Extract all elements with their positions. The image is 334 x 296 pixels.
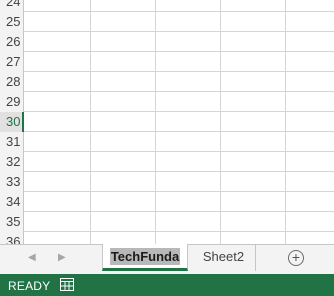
row-header[interactable]: 30 [0, 112, 24, 132]
grid-row[interactable]: 30 [0, 112, 334, 132]
status-ready-text: READY [8, 279, 51, 293]
sheet-tab-bar: ◀ ▶ TechFunda Sheet2 + [0, 244, 334, 274]
plus-icon: + [291, 249, 301, 265]
row-header[interactable]: 34 [0, 192, 24, 212]
sheet-tab-label: Sheet2 [202, 249, 245, 264]
grid-row[interactable]: 32 [0, 152, 334, 172]
status-bar: READY [0, 274, 334, 296]
grid-row[interactable]: 26 [0, 32, 334, 52]
worksheet-grid[interactable]: 24 25 26 27 28 29 30 31 32 33 34 35 36 [0, 0, 334, 244]
row-header[interactable]: 28 [0, 72, 24, 92]
row-header[interactable]: 26 [0, 32, 24, 52]
grid-row[interactable]: 29 [0, 92, 334, 112]
row-header[interactable]: 25 [0, 12, 24, 32]
row-header[interactable]: 33 [0, 172, 24, 192]
excel-window: 24 25 26 27 28 29 30 31 32 33 34 35 36 ◀ ▶ TechFunda… [0, 0, 334, 296]
grid-row[interactable]: 33 [0, 172, 334, 192]
row-header[interactable]: 24 [0, 0, 24, 12]
macro-record-icon[interactable] [60, 278, 74, 291]
grid-row[interactable]: 35 [0, 212, 334, 232]
grid-row[interactable]: 34 [0, 192, 334, 212]
grid-row[interactable]: 27 [0, 52, 334, 72]
grid-row[interactable]: 24 [0, 0, 334, 12]
grid-row[interactable]: 31 [0, 132, 334, 152]
scroll-tabs-right-icon[interactable]: ▶ [58, 252, 66, 263]
grid-row[interactable]: 25 [0, 12, 334, 32]
grid-row[interactable]: 28 [0, 72, 334, 92]
add-sheet-button[interactable]: + [288, 250, 304, 266]
sheet-tab-techfunda[interactable]: TechFunda [102, 244, 188, 271]
row-header[interactable]: 36 [0, 232, 24, 244]
sheet-tab-sheet2[interactable]: Sheet2 [192, 244, 256, 271]
row-header[interactable]: 32 [0, 152, 24, 172]
grid-row[interactable]: 36 [0, 232, 334, 244]
sheet-tab-name-edit[interactable]: TechFunda [109, 248, 181, 265]
row-header[interactable]: 35 [0, 212, 24, 232]
row-header[interactable]: 29 [0, 92, 24, 112]
scroll-tabs-left-icon[interactable]: ◀ [28, 252, 36, 263]
row-header[interactable]: 27 [0, 52, 24, 72]
row-header[interactable]: 31 [0, 132, 24, 152]
